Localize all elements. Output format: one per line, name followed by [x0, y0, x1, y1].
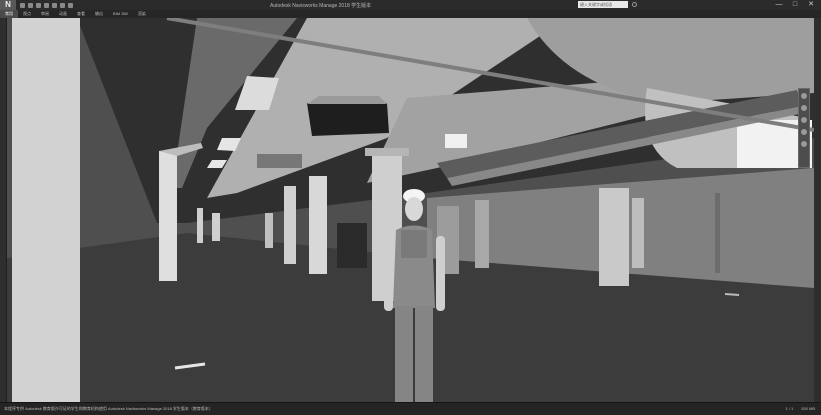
undo-icon[interactable]: [52, 2, 57, 8]
quick-access-toolbar: [20, 2, 73, 8]
page-indicator: 1 / 1: [785, 406, 794, 411]
tab-review[interactable]: 审阅: [36, 10, 54, 18]
tab-animation[interactable]: 动画: [54, 10, 72, 18]
search-icon[interactable]: [632, 2, 637, 7]
look-icon[interactable]: [801, 141, 807, 147]
print-icon[interactable]: [44, 2, 49, 8]
select-icon[interactable]: [68, 2, 73, 8]
maximize-button[interactable]: □: [787, 0, 803, 10]
tab-output[interactable]: 输出: [90, 10, 108, 18]
status-message: 本程序专供 Autodesk 教育版许可证的学生和教育机构使用 Autodesk…: [4, 406, 213, 411]
steeringwheel-icon[interactable]: [801, 93, 807, 99]
tab-view[interactable]: 查看: [72, 10, 90, 18]
ribbon-tab-bar: 常用 视点 审阅 动画 查看 输出 BIM 360 渲染: [0, 10, 821, 18]
tab-home[interactable]: 常用: [0, 10, 18, 18]
window-title: Autodesk Navisworks Manage 2018 学生版本: [270, 3, 372, 9]
tab-render[interactable]: 渲染: [133, 10, 151, 18]
pan-icon[interactable]: [801, 105, 807, 111]
navisworks-app-icon[interactable]: N: [0, 0, 16, 10]
open-file-icon[interactable]: [28, 2, 33, 8]
new-file-icon[interactable]: [20, 2, 25, 8]
orbit-icon[interactable]: [801, 129, 807, 135]
tab-viewpoint[interactable]: 视点: [18, 10, 36, 18]
3d-viewport[interactable]: [7, 18, 814, 402]
save-icon[interactable]: [36, 2, 41, 8]
status-bar: 本程序专供 Autodesk 教育版许可证的学生和教育机构使用 Autodesk…: [0, 402, 821, 415]
redo-icon[interactable]: [60, 2, 65, 8]
tab-bim360[interactable]: BIM 360: [108, 10, 133, 18]
minimize-button[interactable]: —: [771, 0, 787, 10]
zoom-icon[interactable]: [801, 117, 807, 123]
navigation-bar: [798, 88, 810, 168]
right-dock-strip: [814, 18, 821, 402]
scene-render: [7, 18, 814, 402]
memory-indicator: 530 MB: [801, 406, 815, 411]
search-input[interactable]: 键入关键字或短语: [578, 1, 628, 8]
close-button[interactable]: ✕: [803, 0, 819, 10]
left-dock-strip: [0, 18, 7, 402]
